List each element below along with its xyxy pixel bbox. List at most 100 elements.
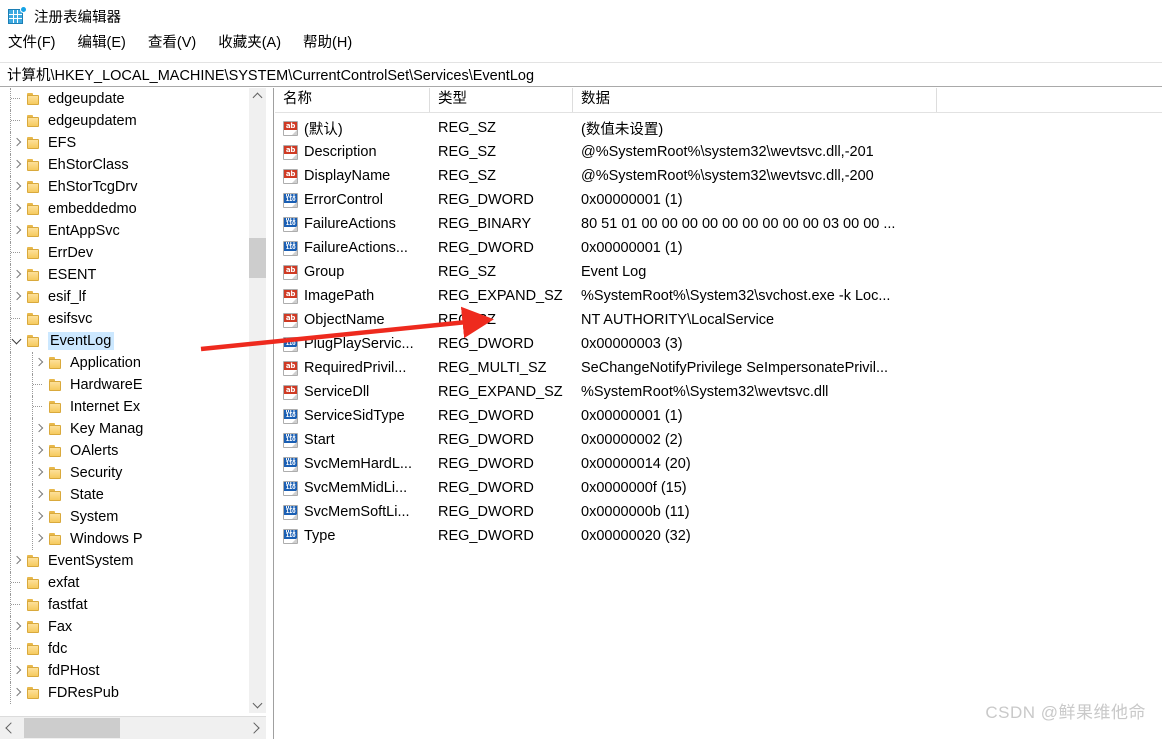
value-row[interactable]: 011 110 FailureActions... REG_DWORD 0x000000… (275, 236, 1162, 260)
column-header-name[interactable]: 名称 (275, 88, 430, 112)
tree-item-entappsvc[interactable]: EntAppSvc (0, 220, 250, 242)
tree-item-label: OAlerts (70, 443, 119, 459)
value-name-text: RequiredPrivil... (304, 360, 407, 376)
column-header-type[interactable]: 类型 (430, 88, 573, 112)
registry-tree[interactable]: edgeupdate edgeupdatem EFS EhStorClass EhSto… (0, 88, 250, 713)
tree-item-errdev[interactable]: ErrDev (0, 242, 250, 264)
scroll-right-icon[interactable] (244, 717, 266, 739)
chevron-right-icon[interactable] (32, 462, 48, 484)
value-row[interactable]: 011 110 FailureActions REG_BINARY 80 51 01 0… (275, 212, 1162, 236)
tree-item-fdrespub[interactable]: FDResPub (0, 682, 250, 704)
scroll-up-icon[interactable] (249, 88, 266, 105)
menu-favorites[interactable]: 收藏夹(A) (218, 33, 290, 53)
value-name-cell: 011 110 ServiceSidType (275, 408, 430, 424)
tree-item-hardwaree[interactable]: HardwareE (0, 374, 250, 396)
registry-values-pane: 名称 类型 数据 ab (默认) REG_SZ (数值未设置) ab Descriptio… (275, 88, 1162, 739)
folder-icon (48, 444, 64, 458)
tree-vscroll-thumb[interactable] (249, 238, 266, 278)
value-row[interactable]: ab ImagePath REG_EXPAND_SZ %SystemRoot%\Sys… (275, 284, 1162, 308)
tree-item-ehstorclass[interactable]: EhStorClass (0, 154, 250, 176)
value-type-cell: REG_MULTI_SZ (438, 360, 547, 376)
tree-item-windows-p[interactable]: Windows P (0, 528, 250, 550)
value-row[interactable]: ab ServiceDll REG_EXPAND_SZ %SystemRoot%\Sy… (275, 380, 1162, 404)
tree-item-edgeupdate[interactable]: edgeupdate (0, 88, 250, 110)
tree-vertical-scrollbar[interactable] (248, 88, 266, 713)
value-row[interactable]: 011 110 SvcMemMidLi... REG_DWORD 0x0000000f … (275, 476, 1162, 500)
chevron-right-icon[interactable] (10, 264, 26, 286)
tree-item-ehstortcgdrv[interactable]: EhStorTcgDrv (0, 176, 250, 198)
string-value-icon: ab (283, 360, 298, 376)
tree-hscroll-thumb[interactable] (24, 718, 120, 738)
value-row[interactable]: 011 110 SvcMemHardL... REG_DWORD 0x00000014 … (275, 452, 1162, 476)
tree-item-system[interactable]: System (0, 506, 250, 528)
value-row[interactable]: ab Description REG_SZ @%SystemRoot%\system3… (275, 140, 1162, 164)
value-row[interactable]: 011 110 Start REG_DWORD 0x00000002 (2) (275, 428, 1162, 452)
tree-item-fdc[interactable]: fdc (0, 638, 250, 660)
chevron-right-icon[interactable] (10, 132, 26, 154)
chevron-right-icon[interactable] (10, 550, 26, 572)
chevron-right-icon[interactable] (32, 506, 48, 528)
tree-item-exfat[interactable]: exfat (0, 572, 250, 594)
tree-item-fdphost[interactable]: fdPHost (0, 660, 250, 682)
menu-edit[interactable]: 编辑(E) (78, 33, 135, 53)
tree-horizontal-scrollbar[interactable] (0, 716, 266, 739)
folder-icon (26, 576, 42, 590)
binary-value-icon: 011 110 (283, 240, 298, 256)
tree-guide-line (10, 462, 12, 484)
values-list[interactable]: ab (默认) REG_SZ (数值未设置) ab Description REG_SZ @%… (275, 113, 1162, 548)
scroll-left-icon[interactable] (0, 717, 22, 739)
chevron-right-icon[interactable] (32, 352, 48, 374)
menu-file[interactable]: 文件(F) (8, 33, 65, 53)
value-row[interactable]: 011 110 ServiceSidType REG_DWORD 0x00000001 … (275, 404, 1162, 428)
tree-item-esent[interactable]: ESENT (0, 264, 250, 286)
tree-item-esifsvc[interactable]: esifsvc (0, 308, 250, 330)
value-row[interactable]: ab DisplayName REG_SZ @%SystemRoot%\system3… (275, 164, 1162, 188)
column-header-data[interactable]: 数据 (573, 88, 937, 112)
folder-icon (48, 466, 64, 480)
tree-item-fax[interactable]: Fax (0, 616, 250, 638)
value-row[interactable]: 011 110 PlugPlayServic... REG_DWORD 0x000000… (275, 332, 1162, 356)
value-row[interactable]: 011 110 ErrorControl REG_DWORD 0x00000001 (1… (275, 188, 1162, 212)
tree-item-edgeupdatem[interactable]: edgeupdatem (0, 110, 250, 132)
chevron-right-icon[interactable] (10, 616, 26, 638)
value-row[interactable]: 011 110 SvcMemSoftLi... REG_DWORD 0x0000000b… (275, 500, 1162, 524)
value-row[interactable]: 011 110 Type REG_DWORD 0x00000020 (32) (275, 524, 1162, 548)
address-bar[interactable]: 计算机\HKEY_LOCAL_MACHINE\SYSTEM\CurrentCon… (0, 62, 1162, 87)
chevron-right-icon[interactable] (10, 220, 26, 242)
tree-item-key-manag[interactable]: Key Manag (0, 418, 250, 440)
chevron-right-icon[interactable] (10, 660, 26, 682)
menu-help[interactable]: 帮助(H) (303, 33, 361, 53)
chevron-right-icon[interactable] (10, 682, 26, 704)
menu-view[interactable]: 查看(V) (148, 33, 205, 53)
chevron-right-icon[interactable] (32, 418, 48, 440)
scroll-down-icon[interactable] (249, 696, 266, 713)
chevron-right-icon[interactable] (10, 154, 26, 176)
tree-item-fastfat[interactable]: fastfat (0, 594, 250, 616)
chevron-right-icon[interactable] (10, 286, 26, 308)
tree-item-oalerts[interactable]: OAlerts (0, 440, 250, 462)
tree-item-efs[interactable]: EFS (0, 132, 250, 154)
tree-item-eventsystem[interactable]: EventSystem (0, 550, 250, 572)
value-row[interactable]: ab (默认) REG_SZ (数值未设置) (275, 116, 1162, 140)
binary-value-icon: 011 110 (283, 504, 298, 520)
chevron-right-icon[interactable] (32, 528, 48, 550)
value-row[interactable]: ab ObjectName REG_SZ NT AUTHORITY\LocalServ… (275, 308, 1162, 332)
chevron-right-icon[interactable] (32, 440, 48, 462)
tree-item-application[interactable]: Application (0, 352, 250, 374)
tree-item-embeddedmo[interactable]: embeddedmo (0, 198, 250, 220)
chevron-right-icon[interactable] (32, 484, 48, 506)
value-row[interactable]: ab RequiredPrivil... REG_MULTI_SZ SeChangeN… (275, 356, 1162, 380)
value-row[interactable]: ab Group REG_SZ Event Log (275, 260, 1162, 284)
binary-value-icon: 011 110 (283, 528, 298, 544)
value-data-cell: 0x00000001 (1) (581, 408, 683, 424)
chevron-right-icon[interactable] (10, 198, 26, 220)
tree-item-esif-lf[interactable]: esif_lf (0, 286, 250, 308)
chevron-down-icon[interactable] (10, 330, 26, 352)
tree-item-state[interactable]: State (0, 484, 250, 506)
tree-item-label: State (70, 487, 104, 503)
tree-item-internet-ex[interactable]: Internet Ex (0, 396, 250, 418)
tree-item-eventlog[interactable]: EventLog (0, 330, 250, 352)
tree-item-security[interactable]: Security (0, 462, 250, 484)
chevron-right-icon[interactable] (10, 176, 26, 198)
folder-icon (26, 246, 42, 260)
